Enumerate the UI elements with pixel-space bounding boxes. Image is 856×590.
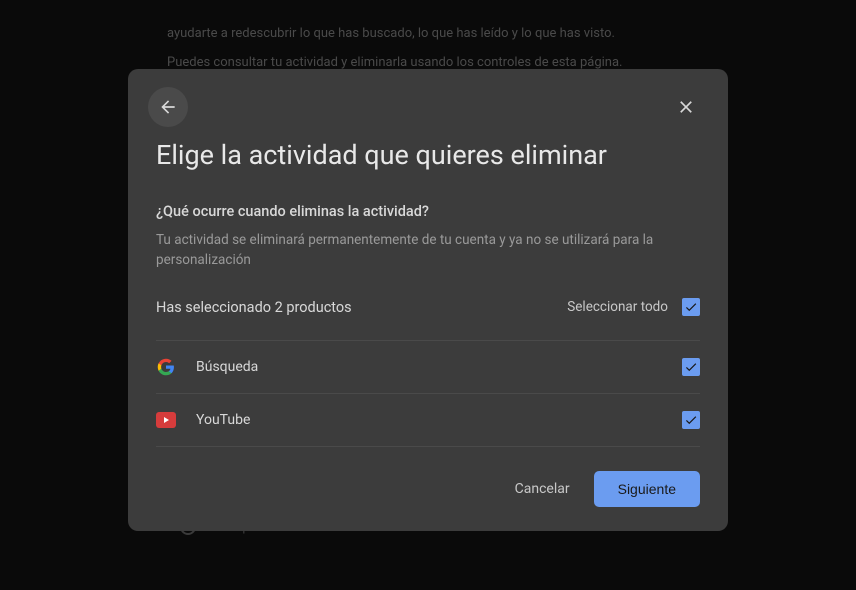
selection-count: Has seleccionado 2 productos xyxy=(156,299,352,316)
product-name-search: Búsqueda xyxy=(196,359,682,375)
checkmark-icon xyxy=(684,360,698,374)
product-item-search[interactable]: Búsqueda xyxy=(156,341,700,394)
arrow-left-icon xyxy=(158,97,178,117)
delete-activity-dialog: Elige la actividad que quieres eliminar … xyxy=(128,69,728,532)
selection-row: Has seleccionado 2 productos Seleccionar… xyxy=(156,298,700,316)
dialog-footer: Cancelar Siguiente xyxy=(156,471,700,507)
checkmark-icon xyxy=(684,413,698,427)
select-all-label: Seleccionar todo xyxy=(567,299,668,315)
close-button[interactable] xyxy=(668,89,704,125)
dialog-header xyxy=(156,87,700,127)
back-button[interactable] xyxy=(148,87,188,127)
close-icon xyxy=(676,97,696,117)
dialog-title: Elige la actividad que quieres eliminar xyxy=(156,139,700,171)
dialog-description: Tu actividad se eliminará permanentement… xyxy=(156,230,700,271)
cancel-button[interactable]: Cancelar xyxy=(511,471,574,507)
dialog-overlay: Elige la actividad que quieres eliminar … xyxy=(0,0,856,590)
product-item-youtube[interactable]: YouTube xyxy=(156,394,700,447)
next-button[interactable]: Siguiente xyxy=(594,471,700,507)
checkbox-youtube[interactable] xyxy=(682,411,700,429)
dialog-question: ¿Qué ocurre cuando eliminas la actividad… xyxy=(156,203,700,220)
google-icon xyxy=(156,357,176,377)
product-list: Búsqueda YouTube xyxy=(156,340,700,447)
checkbox-search[interactable] xyxy=(682,358,700,376)
select-all-checkbox[interactable] xyxy=(682,298,700,316)
product-name-youtube: YouTube xyxy=(196,412,682,428)
youtube-icon xyxy=(156,410,176,430)
select-all-group: Seleccionar todo xyxy=(567,298,700,316)
checkmark-icon xyxy=(684,300,698,314)
